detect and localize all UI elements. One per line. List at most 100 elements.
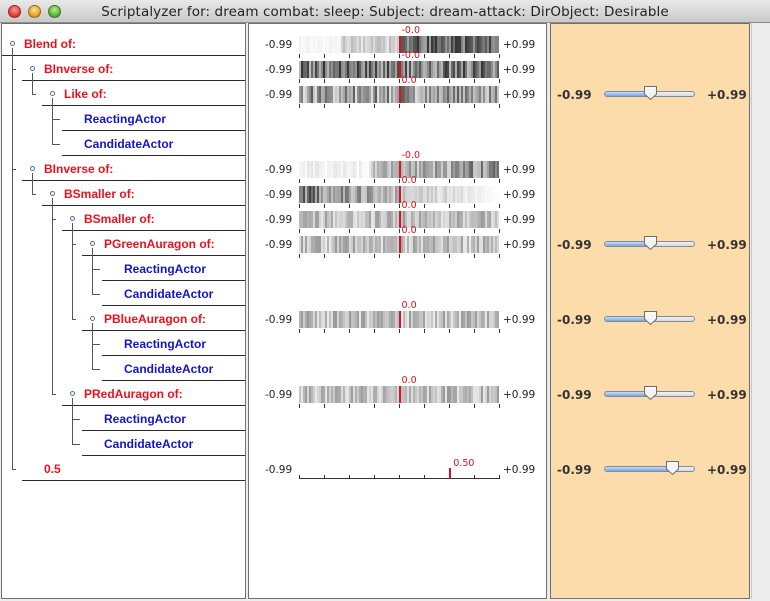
tree-connector <box>72 419 80 420</box>
value-strips-panel: -0.99 +0.99 -0.0 -0.99 +0.99 -0.0 -0.99 +0.99 0.… <box>248 23 547 599</box>
operator-node-label[interactable]: BSmaller of: <box>84 212 155 226</box>
value-marker-label: 0.0 <box>401 75 417 86</box>
expand-handle-icon[interactable] <box>30 166 35 171</box>
axis-tick <box>499 404 500 408</box>
weight-slider-row: -0.99 +0.99 <box>551 381 749 406</box>
slider-panel: -0.99 +0.99 -0.99 +0.99 -0.99 +0.99 -0.99 +0.99… <box>550 23 750 599</box>
axis-tick <box>349 254 350 258</box>
strip-max-label: +0.99 <box>503 389 536 401</box>
strip-max-label: +0.99 <box>503 464 536 476</box>
axis-tick <box>374 475 375 479</box>
tree-connector <box>12 469 16 470</box>
strip-cell <box>497 236 499 253</box>
tree-connector <box>92 369 100 370</box>
slider-thumb[interactable] <box>643 235 658 251</box>
tree-connector <box>92 269 100 270</box>
operator-node-label[interactable]: PGreenAuragon of: <box>104 237 215 251</box>
tree-connector <box>72 398 73 444</box>
slider-thumb[interactable] <box>665 460 680 476</box>
value-marker-label: -0.0 <box>401 25 421 36</box>
expand-handle-icon[interactable] <box>50 91 55 96</box>
value-strip-row: -0.99 +0.99 -0.0 <box>249 25 546 58</box>
tree-connector <box>32 194 36 195</box>
tree-row: PRedAuragon of: <box>2 381 245 406</box>
tree-connector <box>92 344 100 345</box>
slider-max-label: +0.99 <box>707 88 747 102</box>
tree-connector <box>92 294 100 295</box>
tree-connector <box>32 173 33 194</box>
strip-min-label: -0.99 <box>265 389 293 401</box>
axis-tick <box>449 329 450 333</box>
leaf-node-label[interactable]: CandidateActor <box>104 437 193 451</box>
value-marker <box>398 86 401 103</box>
strip-axis-ticks <box>299 475 500 479</box>
strip-min-label: -0.99 <box>265 214 293 226</box>
expand-handle-icon[interactable] <box>50 191 55 196</box>
slider-thumb[interactable] <box>643 310 658 326</box>
strip-min-label: -0.99 <box>265 239 293 251</box>
axis-tick <box>349 329 350 333</box>
value-marker-label: 0.0 <box>401 200 417 211</box>
operator-node-label[interactable]: BInverse of: <box>44 62 113 76</box>
expand-handle-icon[interactable] <box>90 316 95 321</box>
strip-cell <box>497 186 499 203</box>
axis-tick <box>299 329 300 333</box>
value-strip-row: -0.99 +0.99 0.0 <box>249 375 546 408</box>
operator-node-label[interactable]: Blend of: <box>24 37 76 51</box>
axis-tick <box>449 404 450 408</box>
expand-handle-icon[interactable] <box>10 41 15 46</box>
leaf-node-label[interactable]: ReactingActor <box>104 412 186 426</box>
heat-strip <box>299 161 500 178</box>
leaf-node-label[interactable]: ReactingActor <box>84 112 166 126</box>
operator-node-label[interactable]: PRedAuragon of: <box>84 387 183 401</box>
axis-tick <box>399 329 400 333</box>
operator-node-label[interactable]: Like of: <box>64 87 107 101</box>
strip-cell <box>497 211 499 228</box>
value-marker <box>398 386 401 403</box>
tree-row: 0.5 <box>2 456 245 481</box>
tree-row: BInverse of: <box>2 56 245 81</box>
expand-handle-icon[interactable] <box>70 391 75 396</box>
expand-handle-icon[interactable] <box>70 216 75 221</box>
value-marker-label: -0.0 <box>401 50 421 61</box>
strip-max-label: +0.99 <box>503 39 536 51</box>
operator-node-label[interactable]: PBlueAuragon of: <box>104 312 206 326</box>
leaf-node-label[interactable]: CandidateActor <box>124 362 213 376</box>
heat-strip <box>299 86 500 103</box>
axis-tick <box>474 329 475 333</box>
value-marker-label: 0.0 <box>401 375 417 386</box>
axis-tick <box>324 404 325 408</box>
strip-axis-ticks <box>299 104 500 108</box>
tree-row: CandidateActor <box>2 131 245 156</box>
slider-thumb[interactable] <box>643 85 658 101</box>
leaf-node-label[interactable]: ReactingActor <box>124 262 206 276</box>
axis-tick <box>499 254 500 258</box>
operator-node-label[interactable]: BInverse of: <box>44 162 113 176</box>
operator-node-label[interactable]: BSmaller of: <box>64 187 135 201</box>
tree-row: BSmaller of: <box>2 181 245 206</box>
axis-tick <box>324 104 325 108</box>
heat-strip <box>299 186 500 203</box>
slider-min-label: -0.99 <box>557 88 592 102</box>
slider-track[interactable] <box>604 466 695 472</box>
heat-strip <box>299 386 500 403</box>
axis-tick <box>349 475 350 479</box>
axis-tick <box>374 254 375 258</box>
value-marker-label: 0.0 <box>401 175 417 186</box>
value-marker <box>398 186 401 203</box>
tree-row: CandidateActor <box>2 356 245 381</box>
tree-row: ReactingActor <box>2 331 245 356</box>
slider-thumb[interactable] <box>643 385 658 401</box>
operator-node-label[interactable]: 0.5 <box>44 462 61 476</box>
leaf-node-label[interactable]: CandidateActor <box>124 287 213 301</box>
leaf-node-label[interactable]: ReactingActor <box>124 337 206 351</box>
expand-handle-icon[interactable] <box>30 66 35 71</box>
axis-tick <box>299 475 300 479</box>
leaf-node-label[interactable]: CandidateActor <box>84 137 173 151</box>
strip-max-label: +0.99 <box>503 164 536 176</box>
tree-connector <box>32 94 36 95</box>
axis-tick <box>349 404 350 408</box>
expand-handle-icon[interactable] <box>90 241 95 246</box>
value-marker-label: 0.50 <box>453 458 475 469</box>
window-gutter <box>751 23 770 599</box>
